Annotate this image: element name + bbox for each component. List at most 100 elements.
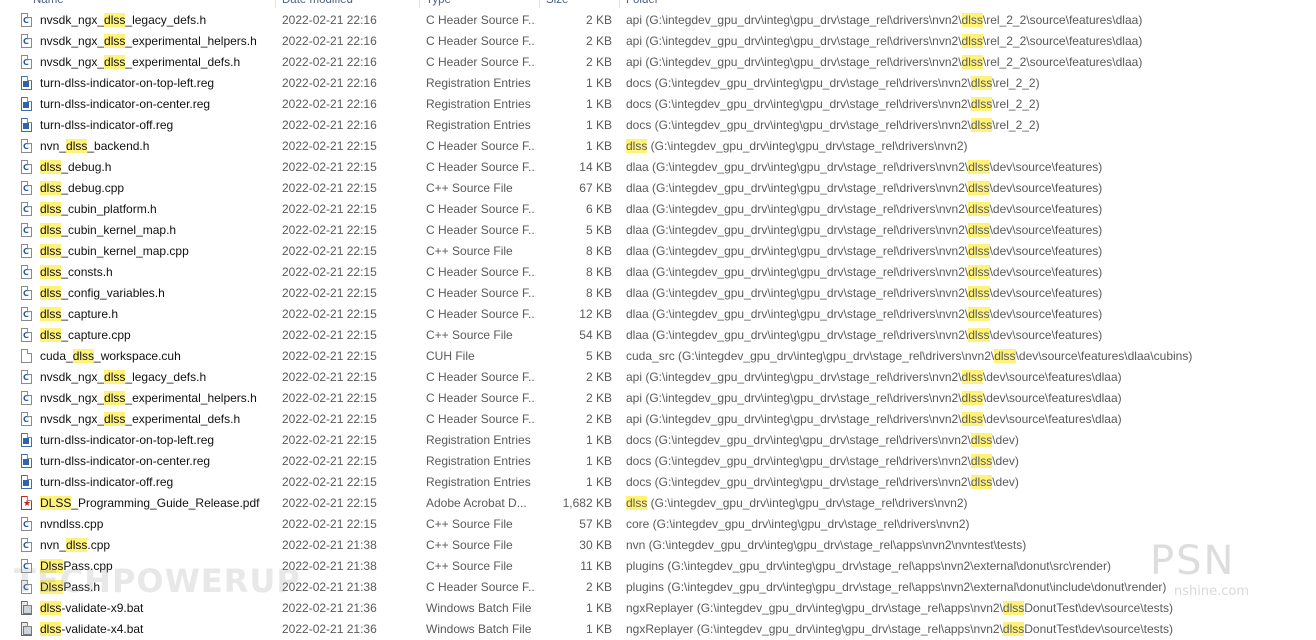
- search-match-highlight: dlss: [961, 391, 983, 405]
- file-row[interactable]: Cnvsdk_ngx_dlss_legacy_defs.h 2022-02-21 …: [0, 367, 1316, 388]
- file-name[interactable]: nvsdk_ngx_dlss_experimental_defs.h: [40, 52, 274, 73]
- file-size: 6 KB: [585, 202, 612, 216]
- file-folder-path: dlss (G:\integdev_gpu_drv\integ\gpu_drv\…: [626, 136, 1316, 157]
- file-row[interactable]: Cdlss_cubin_kernel_map.h 2022-02-21 22:15…: [0, 220, 1316, 241]
- file-row[interactable]: dlss-validate-x9.bat 2022-02-21 21:36 Wind…: [0, 598, 1316, 619]
- file-name[interactable]: nvndlss.cpp: [40, 514, 274, 535]
- folder-path-text: dlaa (G:\integdev_gpu_drv\integ\gpu_drv\…: [626, 244, 969, 258]
- file-name[interactable]: turn-dlss-indicator-on-center.reg: [40, 451, 274, 472]
- file-name[interactable]: DlssPass.h: [40, 577, 274, 598]
- file-row[interactable]: Cdlss_cubin_platform.h 2022-02-21 22:15 C …: [0, 199, 1316, 220]
- search-match-highlight: dlss: [66, 139, 88, 153]
- folder-path-text: api (G:\integdev_gpu_drv\integ\gpu_drv\s…: [626, 370, 962, 384]
- file-row[interactable]: Cdlss_consts.h 2022-02-21 22:15 C Header S…: [0, 262, 1316, 283]
- file-row[interactable]: turn-dlss-indicator-on-center.reg 2022-02…: [0, 451, 1316, 472]
- file-name[interactable]: dlss_cubin_kernel_map.cpp: [40, 241, 274, 262]
- file-name[interactable]: DLSS_Programming_Guide_Release.pdf: [40, 493, 274, 514]
- file-row[interactable]: turn-dlss-indicator-on-center.reg 2022-02…: [0, 94, 1316, 115]
- file-name[interactable]: dlss_debug.h: [40, 157, 274, 178]
- file-row[interactable]: turn-dlss-indicator-on-top-left.reg 2022-…: [0, 73, 1316, 94]
- file-row[interactable]: Cdlss_debug.h 2022-02-21 22:15 C Header So…: [0, 157, 1316, 178]
- file-folder-path: docs (G:\integdev_gpu_drv\integ\gpu_drv\…: [626, 430, 1316, 451]
- file-name[interactable]: nvn_dlss_backend.h: [40, 136, 274, 157]
- file-row[interactable]: Cdlss_debug.cpp 2022-02-21 22:15 C++ Sourc…: [0, 178, 1316, 199]
- search-match-highlight: Dlss: [40, 559, 64, 573]
- file-name[interactable]: dlss_debug.cpp: [40, 178, 274, 199]
- file-row[interactable]: Cdlss_capture.cpp 2022-02-21 22:15 C++ Sou…: [0, 325, 1316, 346]
- file-name[interactable]: nvn_dlss.cpp: [40, 535, 274, 556]
- folder-path-text: dlaa (G:\integdev_gpu_drv\integ\gpu_drv\…: [626, 328, 969, 342]
- file-row[interactable]: turn-dlss-indicator-off.reg 2022-02-21 22…: [0, 472, 1316, 493]
- file-icon-cell: C: [20, 31, 36, 52]
- file-name[interactable]: nvsdk_ngx_dlss_experimental_defs.h: [40, 409, 274, 430]
- file-row[interactable]: C DlssPass.cpp 2022-02-21 21:38 C++ Source …: [0, 556, 1316, 577]
- file-name[interactable]: turn-dlss-indicator-on-center.reg: [40, 94, 274, 115]
- file-icon-cell: C: [20, 241, 36, 262]
- file-name[interactable]: dlss_cubin_kernel_map.h: [40, 220, 274, 241]
- file-row[interactable]: Cnvn_dlss.cpp 2022-02-21 21:38 C++ Source …: [0, 535, 1316, 556]
- cpp-file-icon: C: [21, 181, 32, 195]
- file-name[interactable]: dlss_capture.cpp: [40, 325, 274, 346]
- column-divider[interactable]: [619, 0, 620, 8]
- file-name[interactable]: nvsdk_ngx_dlss_experimental_helpers.h: [40, 388, 274, 409]
- file-row[interactable]: turn-dlss-indicator-off.reg 2022-02-21 22…: [0, 115, 1316, 136]
- file-date-modified: 2022-02-21 21:36: [282, 601, 377, 615]
- folder-path-text: \dev\source\features\dlaa): [982, 370, 1122, 384]
- file-row[interactable]: Cdlss_capture.h 2022-02-21 22:15 C Header …: [0, 304, 1316, 325]
- file-row[interactable]: Cnvsdk_ngx_dlss_experimental_defs.h 2022-…: [0, 409, 1316, 430]
- file-name-text: -validate-x9.bat: [61, 601, 144, 615]
- file-name[interactable]: dlss-validate-x9.bat: [40, 598, 274, 619]
- file-row[interactable]: C DlssPass.h 2022-02-21 21:38 C Header Sour…: [0, 577, 1316, 598]
- file-name[interactable]: turn-dlss-indicator-off.reg: [40, 472, 274, 493]
- file-name[interactable]: dlss_cubin_platform.h: [40, 199, 274, 220]
- file-name-text: nvndlss.cpp: [40, 517, 104, 531]
- file-row[interactable]: Cnvsdk_ngx_dlss_legacy_defs.h 2022-02-21 …: [0, 10, 1316, 31]
- c-file-icon: C: [21, 370, 32, 384]
- file-name-text: _legacy_defs.h: [125, 13, 207, 27]
- file-row[interactable]: Cdlss_config_variables.h 2022-02-21 22:15…: [0, 283, 1316, 304]
- file-row[interactable]: Cnvn_dlss_backend.h 2022-02-21 22:15 C Hea…: [0, 136, 1316, 157]
- file-row[interactable]: cuda_dlss_workspace.cuh 2022-02-21 22:15 C…: [0, 346, 1316, 367]
- folder-path-text: dlaa (G:\integdev_gpu_drv\integ\gpu_drv\…: [626, 160, 969, 174]
- column-header-name[interactable]: Name: [28, 0, 274, 8]
- folder-path-text: \dev\source\features): [989, 265, 1103, 279]
- file-name-text: Pass.cpp: [63, 559, 113, 573]
- file-row[interactable]: Cnvsdk_ngx_dlss_experimental_defs.h 2022-…: [0, 52, 1316, 73]
- search-match-highlight: dlss: [961, 412, 983, 426]
- file-name[interactable]: cuda_dlss_workspace.cuh: [40, 346, 274, 367]
- folder-path-text: \rel_2_2): [992, 97, 1040, 111]
- file-name[interactable]: DlssPass.cpp: [40, 556, 274, 577]
- folder-path-text: \dev\source\features): [989, 160, 1103, 174]
- file-name-text: _config_variables.h: [61, 286, 165, 300]
- file-row[interactable]: Cdlss_cubin_kernel_map.cpp 2022-02-21 22:…: [0, 241, 1316, 262]
- file-type: C++ Source File: [426, 517, 513, 531]
- file-row[interactable]: turn-dlss-indicator-on-top-left.reg 2022-…: [0, 430, 1316, 451]
- file-row[interactable]: ★ DLSS_Programming_Guide_Release.pdf 2022-…: [0, 493, 1316, 514]
- file-name[interactable]: turn-dlss-indicator-off.reg: [40, 115, 274, 136]
- file-row[interactable]: Cnvsdk_ngx_dlss_experimental_helpers.h 20…: [0, 31, 1316, 52]
- file-row[interactable]: Cnvsdk_ngx_dlss_experimental_helpers.h 20…: [0, 388, 1316, 409]
- reg-file-icon: [21, 118, 32, 132]
- file-name[interactable]: turn-dlss-indicator-on-top-left.reg: [40, 73, 274, 94]
- file-name[interactable]: nvsdk_ngx_dlss_legacy_defs.h: [40, 367, 274, 388]
- file-row[interactable]: Cnvndlss.cpp 2022-02-21 22:15 C++ Source F…: [0, 514, 1316, 535]
- file-name[interactable]: dlss_config_variables.h: [40, 283, 274, 304]
- column-divider[interactable]: [539, 0, 540, 8]
- column-divider[interactable]: [419, 0, 420, 8]
- file-name[interactable]: nvsdk_ngx_dlss_legacy_defs.h: [40, 10, 274, 31]
- file-name[interactable]: turn-dlss-indicator-on-top-left.reg: [40, 430, 274, 451]
- column-header-size[interactable]: Size: [541, 0, 617, 8]
- file-icon-cell: C: [20, 136, 36, 157]
- file-name[interactable]: dlss_capture.h: [40, 304, 274, 325]
- column-divider[interactable]: [275, 0, 276, 8]
- file-size: 2 KB: [585, 391, 612, 405]
- column-header-date-modified[interactable]: Date modified: [277, 0, 417, 8]
- column-header-type[interactable]: Type: [421, 0, 537, 8]
- file-name[interactable]: nvsdk_ngx_dlss_experimental_helpers.h: [40, 31, 274, 52]
- file-type: C++ Source File: [426, 538, 513, 552]
- file-name[interactable]: dlss_consts.h: [40, 262, 274, 283]
- column-header-folder[interactable]: Folder: [621, 0, 1221, 8]
- search-match-highlight: dlss: [104, 391, 126, 405]
- search-match-highlight: DLSS: [40, 496, 72, 510]
- folder-path-text: api (G:\integdev_gpu_drv\integ\gpu_drv\s…: [626, 34, 962, 48]
